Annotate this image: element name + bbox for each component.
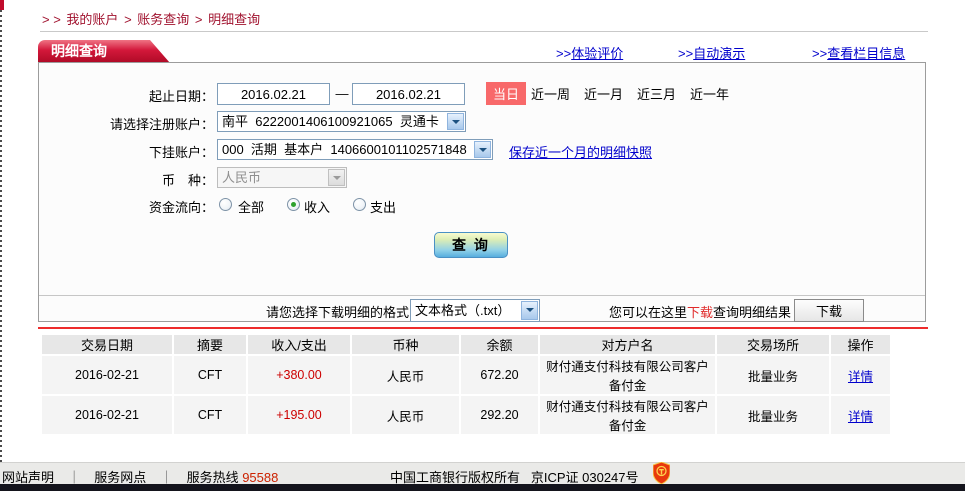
radio-expense[interactable] [353, 198, 366, 211]
breadcrumb-separator: > [124, 12, 132, 27]
breadcrumb-item-my-account[interactable]: 我的账户 [66, 12, 118, 27]
link-experience-review[interactable]: >>体验评价 [556, 43, 623, 62]
col-header-summary: 摘要 [174, 335, 246, 354]
breadcrumb-item-account-query[interactable]: 账务查询 [137, 12, 189, 27]
col-header-action: 操作 [831, 335, 890, 354]
cell-summary: CFT [174, 396, 246, 434]
cell-counterparty: 财付通支付科技有限公司客户备付金 [540, 396, 715, 434]
footer: 网站声明 ｜ 服务网点 ｜ 服务热线 95588 中国工商银行版权所有 京ICP… [0, 462, 965, 484]
table-header-row: 交易日期 摘要 收入/支出 币种 余额 对方户名 交易场所 操作 [42, 335, 890, 354]
cell-summary: CFT [174, 356, 246, 394]
radio-income[interactable] [287, 198, 300, 211]
register-account-value: 南平 6222001406100921065 灵通卡 [222, 112, 439, 131]
table-top-divider [38, 327, 928, 329]
sub-account-label: 下挂账户： [39, 142, 214, 161]
cell-currency: 人民币 [352, 356, 459, 394]
save-snapshot-link[interactable]: 保存近一个月的明细快照 [509, 142, 652, 161]
range-last-3-months-button[interactable]: 近三月 [637, 84, 676, 103]
cell-venue: 批量业务 [717, 356, 829, 394]
breadcrumb: > > 我的账户 > 账务查询 > 明细查询 [42, 9, 262, 28]
footer-link-site-statement[interactable]: 网站声明 [2, 470, 54, 485]
breadcrumb-separator: > [195, 12, 203, 27]
download-hint-link[interactable]: 下载 [687, 305, 713, 320]
footer-hotline-number: 95588 [242, 470, 278, 485]
radio-expense-label[interactable]: 支出 [370, 197, 396, 216]
link-prefix: >> [678, 46, 693, 61]
sub-account-value: 000 活期 基本户 1406600101102571848 [222, 140, 467, 159]
radio-all-label[interactable]: 全部 [238, 197, 264, 216]
bottom-bar [0, 484, 965, 491]
cell-counterparty: 财付通支付科技有限公司客户备付金 [540, 356, 715, 394]
date-from-input[interactable] [217, 83, 330, 105]
breadcrumb-prefix: > > [42, 12, 61, 27]
copyright-text: 中国工商银行版权所有 [390, 470, 520, 485]
detail-link[interactable]: 详情 [848, 370, 873, 384]
currency-value: 人民币 [222, 168, 261, 187]
corner-decoration [0, 0, 4, 10]
range-last-month-button[interactable]: 近一月 [584, 84, 623, 103]
chevron-down-icon[interactable] [447, 113, 464, 130]
table-row: 2016-02-21 CFT +380.00 人民币 672.20 财付通支付科… [42, 356, 890, 394]
footer-separator: ｜ [160, 470, 173, 485]
date-range-label: 起止日期： [39, 86, 214, 105]
cell-amount: +380.00 [248, 356, 350, 394]
register-account-select[interactable]: 南平 6222001406100921065 灵通卡 [217, 111, 466, 132]
query-panel: 起止日期： — 当日 近一周 近一月 近三月 近一年 请选择注册账户： 南平 6… [38, 62, 926, 322]
sub-account-select[interactable]: 000 活期 基本户 1406600101102571848 [217, 139, 493, 160]
cell-currency: 人民币 [352, 396, 459, 434]
download-divider [39, 295, 925, 296]
detail-query-page: > > 我的账户 > 账务查询 > 明细查询 明细查询 >>体验评价 >>自动演… [0, 0, 965, 491]
link-view-column-info[interactable]: >>查看栏目信息 [812, 43, 905, 62]
col-header-amount: 收入/支出 [248, 335, 350, 354]
col-header-currency: 币种 [352, 335, 459, 354]
cell-date: 2016-02-21 [42, 396, 172, 434]
chevron-down-icon [328, 169, 345, 186]
link-label: 查看栏目信息 [827, 46, 905, 61]
tab-detail-query[interactable]: 明细查询 [38, 40, 170, 63]
footer-link-service-outlets[interactable]: 服务网点 [94, 470, 146, 485]
chevron-down-icon[interactable] [474, 141, 491, 158]
col-header-counterparty: 对方户名 [540, 335, 715, 354]
flow-direction-label: 资金流向： [39, 197, 214, 216]
detail-link[interactable]: 详情 [848, 410, 873, 424]
breadcrumb-item-detail-query[interactable]: 明细查询 [208, 12, 260, 27]
date-range-dash: — [334, 86, 350, 101]
range-last-year-button[interactable]: 近一年 [690, 84, 729, 103]
link-prefix: >> [812, 46, 827, 61]
cell-venue: 批量业务 [717, 396, 829, 434]
currency-select: 人民币 [217, 167, 347, 188]
breadcrumb-divider [40, 31, 928, 32]
radio-all[interactable] [219, 198, 232, 211]
download-button[interactable]: 下载 [794, 299, 864, 322]
icp-text: 京ICP证 030247号 [531, 470, 639, 485]
footer-separator: ｜ [68, 470, 81, 485]
currency-label: 币 种： [39, 170, 214, 189]
download-format-label: 请您选择下载明细的格式 [39, 302, 409, 321]
cell-amount: +195.00 [248, 396, 350, 434]
link-label: 自动演示 [693, 46, 745, 61]
date-to-input[interactable] [352, 83, 465, 105]
link-auto-demo[interactable]: >>自动演示 [678, 43, 745, 62]
download-hint: 您可以在这里下载查询明细结果 [459, 302, 791, 321]
col-header-venue: 交易场所 [717, 335, 829, 354]
radio-income-label[interactable]: 收入 [304, 197, 330, 216]
range-today-button[interactable]: 当日 [486, 82, 526, 105]
download-hint-prefix: 您可以在这里 [609, 305, 687, 320]
col-header-date: 交易日期 [42, 335, 172, 354]
left-dashed-border [0, 10, 2, 462]
range-last-week-button[interactable]: 近一周 [531, 84, 570, 103]
link-prefix: >> [556, 46, 571, 61]
cell-date: 2016-02-21 [42, 356, 172, 394]
download-hint-suffix: 查询明细结果 [713, 305, 791, 320]
col-header-balance: 余额 [461, 335, 538, 354]
link-label: 体验评价 [571, 46, 623, 61]
query-button[interactable]: 查 询 [434, 232, 508, 258]
footer-hotline-label: 服务热线 [187, 470, 239, 485]
results-table: 交易日期 摘要 收入/支出 币种 余额 对方户名 交易场所 操作 2016-02… [40, 333, 892, 436]
register-account-label: 请选择注册账户： [39, 114, 214, 133]
cell-balance: 672.20 [461, 356, 538, 394]
icp-badge-icon [653, 462, 670, 484]
cell-balance: 292.20 [461, 396, 538, 434]
table-row: 2016-02-21 CFT +195.00 人民币 292.20 财付通支付科… [42, 396, 890, 434]
